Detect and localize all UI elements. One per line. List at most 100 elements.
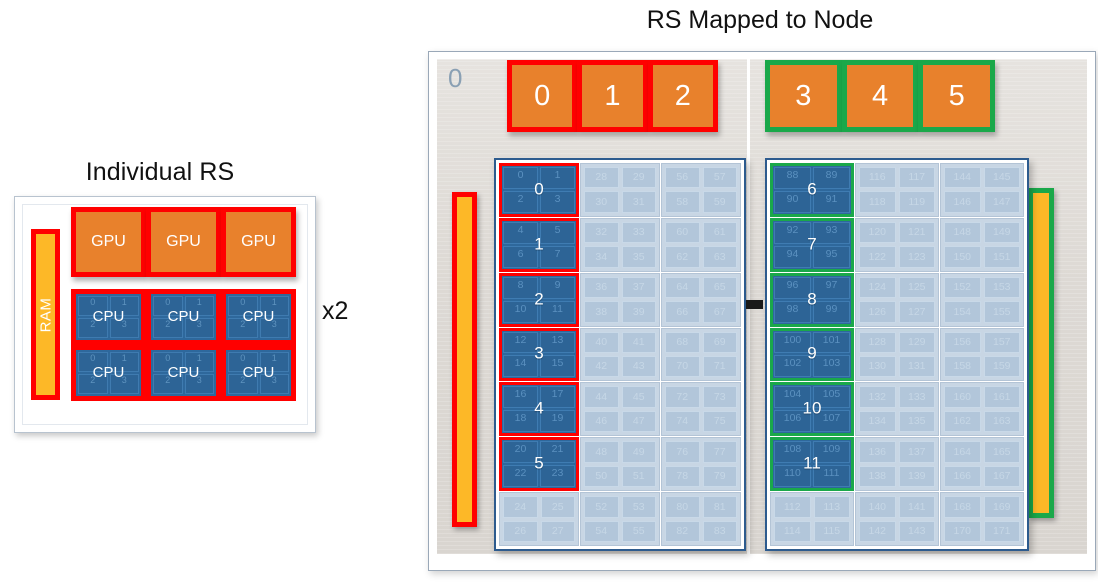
core-block-idle[interactable]: 52 53 54 55	[580, 492, 660, 546]
ram-module-socket-left	[452, 192, 477, 527]
core-index: 108	[774, 441, 811, 464]
core-block-idle[interactable]: 76 77 78 79	[661, 437, 741, 492]
core-block-idle[interactable]: 136 137 138 139	[855, 437, 939, 492]
core-block-idle[interactable]: 164 165 166 167	[940, 437, 1024, 492]
core-block-idle[interactable]: 48 49 50 51	[580, 437, 660, 492]
cpu-core-index: 0	[78, 296, 108, 316]
core-quadrants: 92 93 94 95	[774, 221, 850, 268]
gpu-block[interactable]: GPU	[146, 207, 221, 277]
core-block-idle[interactable]: 28 29 30 31	[580, 163, 660, 217]
gpu-block-5[interactable]: 5	[918, 60, 996, 132]
cpu-core-index: 1	[109, 296, 139, 316]
core-index: 54	[584, 520, 619, 542]
core-index: 17	[540, 386, 575, 409]
core-quadrants: 96 97 98 99	[774, 276, 850, 323]
core-index: 24	[503, 496, 538, 518]
core-index: 99	[813, 300, 850, 323]
cpu-core-index: 2	[78, 318, 108, 338]
core-block-active[interactable]: 12 13 14 15 3	[499, 327, 579, 382]
core-block-idle[interactable]: 32 33 34 35	[580, 217, 660, 272]
core-block-idle[interactable]: 160 161 162 163	[940, 382, 1024, 437]
core-index: 89	[813, 167, 850, 189]
core-block-idle[interactable]: 120 121 122 123	[855, 217, 939, 272]
gpu-block[interactable]: GPU	[221, 207, 296, 277]
core-index: 137	[898, 441, 935, 463]
core-block-idle[interactable]: 56 57 58 59	[661, 163, 741, 217]
core-index: 128	[859, 331, 896, 353]
core-block-idle[interactable]: 124 125 126 127	[855, 272, 939, 327]
core-index: 38	[584, 301, 619, 323]
core-block-idle[interactable]: 112 113 114 115	[770, 492, 854, 546]
core-index: 39	[621, 301, 656, 323]
core-block-active[interactable]: 88 89 90 91 6	[770, 163, 854, 217]
core-block-idle[interactable]: 116 117 118 119	[855, 163, 939, 217]
core-block-idle[interactable]: 128 129 130 131	[855, 327, 939, 382]
core-index: 166	[944, 465, 981, 488]
core-quadrants: 140 141 142 143	[859, 496, 935, 542]
core-quadrants: 100 101 102 103	[774, 331, 850, 378]
core-block-active[interactable]: 108 109 110 111 11	[770, 437, 854, 492]
core-quadrants: 132 133 134 135	[859, 386, 935, 433]
core-block-active[interactable]: 20 21 22 23 5	[499, 437, 579, 492]
cpu-block[interactable]: 0 1 2 3 CPU	[221, 289, 296, 345]
core-index: 60	[665, 221, 700, 244]
core-block-idle[interactable]: 64 65 66 67	[661, 272, 741, 327]
core-block-active[interactable]: 104 105 106 107 10	[770, 382, 854, 437]
core-block-idle[interactable]: 80 81 82 83	[661, 492, 741, 546]
gpu-block-1[interactable]: 1	[577, 60, 648, 132]
core-index: 83	[702, 520, 737, 542]
core-index: 170	[944, 520, 981, 542]
core-block-idle[interactable]: 168 169 170 171	[940, 492, 1024, 546]
core-index: 53	[621, 496, 656, 518]
core-index: 62	[665, 246, 700, 268]
core-index: 82	[665, 520, 700, 542]
gpu-block-2[interactable]: 2	[647, 60, 718, 132]
cpu-block[interactable]: 0 1 2 3 CPU	[71, 289, 146, 345]
gpu-block[interactable]: GPU	[71, 207, 146, 277]
gpu-block-0[interactable]: 0	[507, 60, 578, 132]
core-block-idle[interactable]: 44 45 46 47	[580, 382, 660, 437]
core-block-active[interactable]: 96 97 98 99 8	[770, 272, 854, 327]
core-index: 164	[944, 441, 981, 463]
cpu-block[interactable]: 0 1 2 3 CPU	[221, 345, 296, 401]
core-block-idle[interactable]: 156 157 158 159	[940, 327, 1024, 382]
core-block-active[interactable]: 100 101 102 103 9	[770, 327, 854, 382]
core-block-idle[interactable]: 72 73 74 75	[661, 382, 741, 437]
core-block-idle[interactable]: 132 133 134 135	[855, 382, 939, 437]
core-quadrants: 64 65 66 67	[665, 276, 737, 323]
cpu-block[interactable]: 0 1 2 3 CPU	[146, 289, 221, 345]
core-block-idle[interactable]: 148 149 150 151	[940, 217, 1024, 272]
core-block-active[interactable]: 8 9 10 11 2	[499, 272, 579, 327]
core-index: 149	[983, 221, 1020, 244]
core-index: 25	[540, 496, 575, 518]
core-index: 33	[621, 221, 656, 244]
core-block-idle[interactable]: 40 41 42 43	[580, 327, 660, 382]
core-index: 9	[540, 276, 575, 299]
cpu-block[interactable]: 0 1 2 3 CPU	[71, 345, 146, 401]
core-quadrants: 112 113 114 115	[774, 496, 850, 542]
core-quadrants: 56 57 58 59	[665, 167, 737, 213]
ram-module-socket-right	[1028, 188, 1054, 518]
cpu-block[interactable]: 0 1 2 3 CPU	[146, 345, 221, 401]
core-block-idle[interactable]: 140 141 142 143	[855, 492, 939, 546]
core-block-idle[interactable]: 68 69 70 71	[661, 327, 741, 382]
interconnect-marker-icon	[746, 300, 763, 309]
cpu-quadrants: 0123	[228, 352, 289, 394]
cpu-core-index: 0	[228, 352, 258, 372]
core-index: 11	[540, 300, 575, 323]
core-index: 29	[621, 167, 656, 189]
core-block-idle[interactable]: 60 61 62 63	[661, 217, 741, 272]
core-block-active[interactable]: 45671	[499, 217, 579, 272]
core-block-active[interactable]: 01230	[499, 163, 579, 217]
core-block-idle[interactable]: 144 145 146 147	[940, 163, 1024, 217]
core-block-active[interactable]: 92 93 94 95 7	[770, 217, 854, 272]
core-block-idle[interactable]: 24 25 26 27	[499, 492, 579, 546]
gpu-block-3[interactable]: 3	[765, 60, 842, 132]
core-quadrants: 108 109 110 111	[774, 441, 850, 488]
gpu-block-4[interactable]: 4	[841, 60, 919, 132]
core-block-idle[interactable]: 36 37 38 39	[580, 272, 660, 327]
core-index: 145	[983, 167, 1020, 189]
core-block-active[interactable]: 16 17 18 19 4	[499, 382, 579, 437]
core-block-idle[interactable]: 152 153 154 155	[940, 272, 1024, 327]
core-index: 35	[621, 246, 656, 268]
